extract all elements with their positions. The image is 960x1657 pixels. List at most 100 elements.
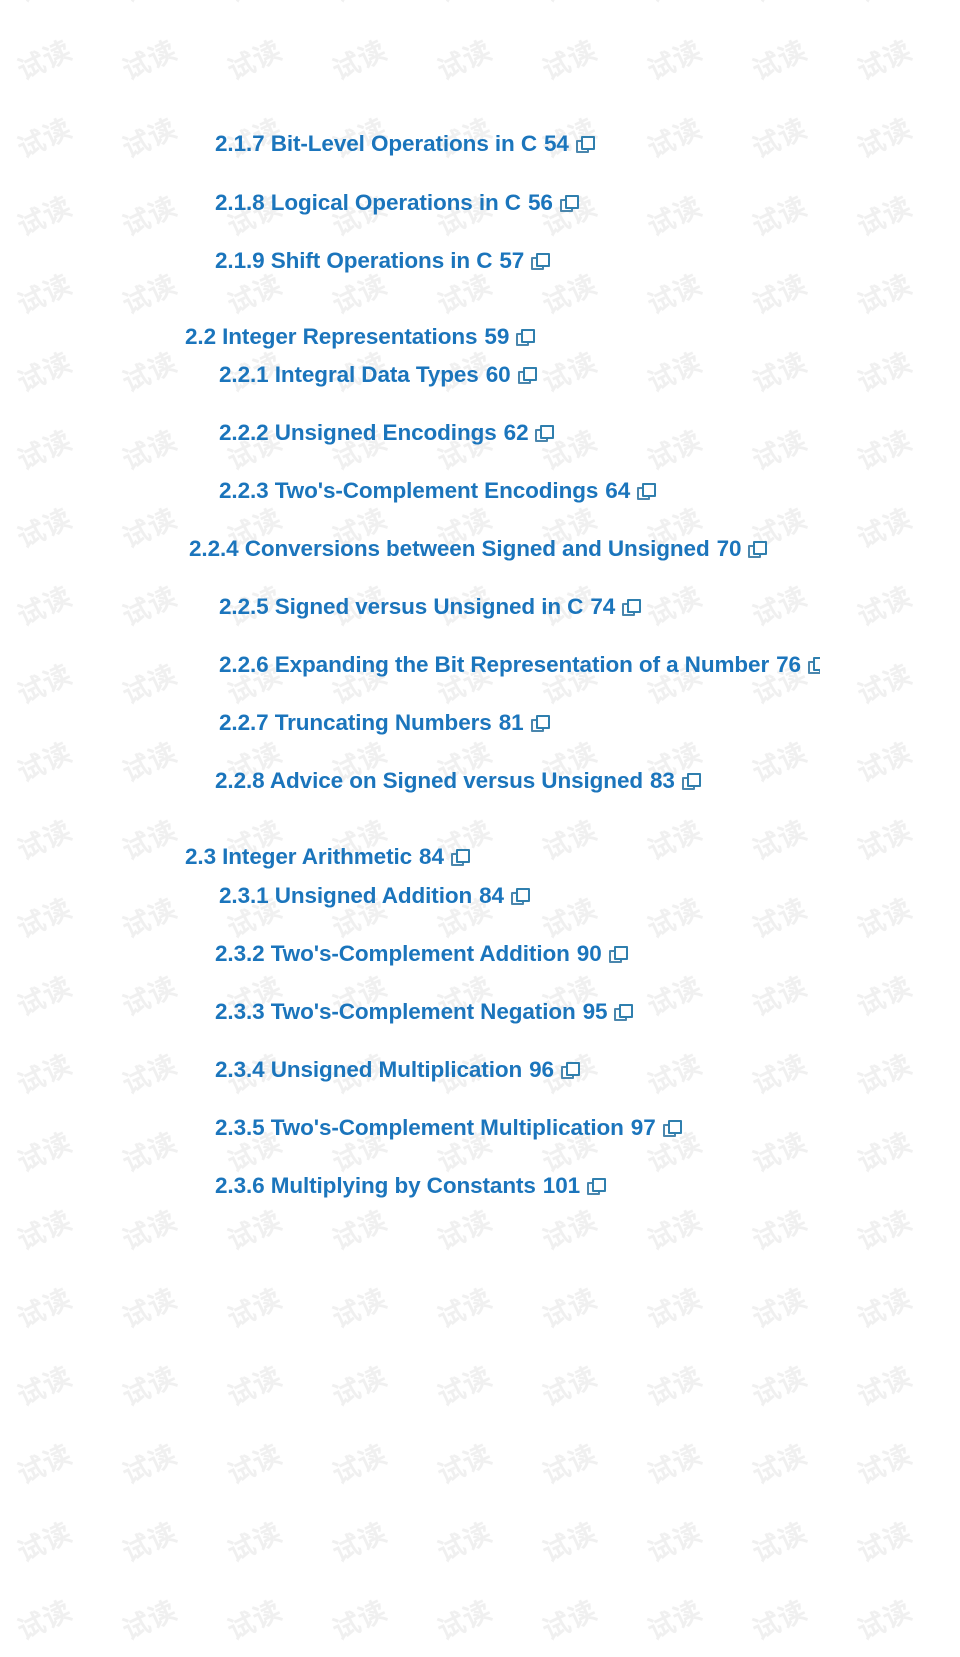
watermark-text: 试读: [853, 269, 918, 321]
toc-entry[interactable]: 2.3.6 Multiplying by Constants 101: [215, 1173, 607, 1199]
toc-entry-label: 2.2.3 Two's-Complement Encodings: [219, 478, 599, 503]
watermark-row: 试读试读试读试读试读试读试读试读试读试读试读试读试读试读试读试读: [0, 1572, 960, 1650]
watermark-text: 试读: [643, 347, 708, 399]
copy-icon[interactable]: [807, 656, 820, 676]
toc-entry[interactable]: 2.3.1 Unsigned Addition 84: [219, 883, 530, 909]
watermark-text: 试读: [3, 0, 131, 31]
watermark-text: 试读: [118, 1595, 183, 1647]
toc-entry[interactable]: 2.3.5 Two's-Complement Multiplication 97: [215, 1115, 682, 1141]
watermark-text: 试读: [643, 191, 708, 243]
watermark-text: 试读: [13, 1361, 78, 1413]
watermark-text: 试读: [528, 1631, 656, 1657]
toc-entry[interactable]: 2.2.1 Integral Data Types 60: [219, 362, 537, 388]
copy-icon-front-square: [580, 135, 595, 150]
toc-entry-page-number: 81: [498, 710, 524, 735]
watermark-text: 试读: [853, 425, 918, 477]
watermark-text: 试读: [13, 1439, 78, 1491]
copy-icon-front-square: [753, 540, 768, 555]
copy-icon[interactable]: [575, 135, 595, 155]
copy-icon[interactable]: [622, 598, 642, 618]
watermark-text: 试读: [0, 617, 27, 732]
toc-entry-page-number: 95: [582, 999, 608, 1024]
copy-icon-front-square: [564, 194, 579, 209]
copy-icon[interactable]: [560, 1061, 580, 1081]
copy-icon-front-square: [619, 1003, 634, 1018]
watermark-text: 试读: [538, 1595, 603, 1647]
toc-entry-label: 2.2 Integer Representations: [185, 324, 478, 349]
toc-entry[interactable]: 2.3 Integer Arithmetic 84: [185, 844, 470, 870]
copy-icon-front-square: [686, 772, 701, 787]
watermark-text: 试读: [948, 1085, 960, 1200]
copy-icon[interactable]: [530, 714, 550, 734]
copy-icon[interactable]: [510, 887, 530, 907]
watermark-text: 试读: [13, 425, 78, 477]
toc-entry[interactable]: 2.3.4 Unsigned Multiplication 96: [215, 1057, 580, 1083]
toc-entry[interactable]: 2.2.5 Signed versus Unsigned in C 74: [219, 594, 642, 620]
toc-entry-page-number: 83: [650, 768, 675, 793]
watermark-text: 试读: [213, 0, 341, 31]
watermark-text: 试读: [748, 1283, 813, 1335]
toc-entry[interactable]: 2.2.7 Truncating Numbers 81: [219, 710, 550, 736]
watermark-text: 试读: [948, 71, 960, 186]
toc-entry-label: 2.2.1 Integral Data Types: [219, 362, 479, 387]
watermark-text: 试读: [748, 347, 813, 399]
watermark-text: 试读: [853, 971, 918, 1023]
toc-entry[interactable]: 2.1.8 Logical Operations in C 56: [215, 190, 579, 216]
copy-icon-front-square: [565, 1061, 580, 1076]
copy-icon[interactable]: [608, 945, 628, 965]
toc-entry-page-number: 59: [484, 324, 510, 349]
watermark-text: 试读: [948, 149, 960, 264]
watermark-text: 试读: [633, 0, 761, 31]
toc-entry[interactable]: 2.1.9 Shift Operations in C 57: [215, 248, 551, 274]
watermark-text: 试读: [853, 1049, 918, 1101]
toc-entry-label: 2.3.2 Two's-Complement Addition: [215, 941, 570, 966]
copy-icon[interactable]: [450, 848, 470, 868]
watermark-text: 试读: [3, 1631, 131, 1657]
copy-icon[interactable]: [516, 328, 536, 348]
watermark-text: 试读: [643, 1439, 708, 1491]
watermark-text: 试读: [853, 893, 918, 945]
watermark-text: 试读: [328, 35, 393, 87]
toc-entry[interactable]: 2.1.7 Bit-Level Operations in C 54: [215, 131, 595, 157]
copy-icon[interactable]: [662, 1119, 682, 1139]
watermark-text: 试读: [433, 113, 498, 165]
watermark-text: 试读: [0, 1553, 27, 1657]
watermark-text: 试读: [853, 191, 918, 243]
watermark-text: 试读: [0, 695, 27, 810]
toc-entry[interactable]: 2.2.4 Conversions between Signed and Uns…: [189, 536, 768, 562]
watermark-text: 试读: [223, 1517, 288, 1569]
copy-icon[interactable]: [637, 482, 657, 502]
copy-icon[interactable]: [681, 772, 701, 792]
watermark-text: 试读: [433, 1595, 498, 1647]
copy-icon-front-square: [667, 1119, 682, 1134]
watermark-text: 试读: [433, 1361, 498, 1413]
watermark-text: 试读: [328, 113, 393, 165]
toc-entry-label: 2.3.3 Two's-Complement Negation: [215, 999, 576, 1024]
copy-icon[interactable]: [587, 1177, 607, 1197]
toc-entry[interactable]: 2.2.6 Expanding the Bit Representation o…: [219, 652, 820, 678]
watermark-text: 试读: [643, 1283, 708, 1335]
toc-entry-label: 2.2.6 Expanding the Bit Representation o…: [219, 652, 770, 677]
toc-entry[interactable]: 2.3.3 Two's-Complement Negation 95: [215, 999, 634, 1025]
toc-entry[interactable]: 2.2 Integer Representations 59: [185, 324, 536, 350]
watermark-text: 试读: [118, 1361, 183, 1413]
toc-entry[interactable]: 2.2.2 Unsigned Encodings 62: [219, 420, 555, 446]
watermark-text: 试读: [643, 1205, 708, 1257]
watermark-text: 试读: [423, 1631, 551, 1657]
watermark-text: 试读: [748, 1439, 813, 1491]
copy-icon[interactable]: [531, 252, 551, 272]
toc-entry-page-number: 84: [419, 844, 444, 869]
toc-entry[interactable]: 2.2.8 Advice on Signed versus Unsigned 83: [215, 768, 701, 794]
copy-icon[interactable]: [517, 366, 537, 386]
watermark-text: 试读: [0, 851, 27, 966]
toc-entry[interactable]: 2.2.3 Two's-Complement Encodings 64: [219, 478, 657, 504]
watermark-text: 试读: [13, 1283, 78, 1335]
toc-entry[interactable]: 2.3.2 Two's-Complement Addition 90: [215, 941, 628, 967]
copy-icon[interactable]: [559, 194, 579, 214]
copy-icon[interactable]: [535, 424, 555, 444]
watermark-text: 试读: [948, 1319, 960, 1434]
copy-icon[interactable]: [748, 540, 768, 560]
copy-icon[interactable]: [614, 1003, 634, 1023]
toc-entry-page-number: 76: [776, 652, 801, 677]
watermark-text: 试读: [13, 503, 78, 555]
